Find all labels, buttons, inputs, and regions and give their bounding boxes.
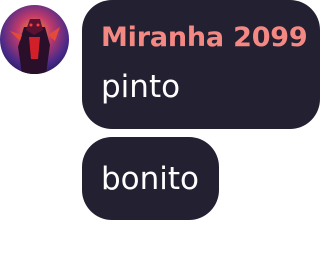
avatar[interactable] (0, 5, 69, 74)
sender-name[interactable]: Miranha 2099 (101, 19, 320, 57)
message-bubble[interactable]: bonito (82, 137, 219, 220)
message-text: bonito (101, 161, 200, 197)
avatar-image (0, 5, 69, 74)
message-bubble[interactable]: Miranha 2099 pinto (82, 0, 320, 129)
message-text: pinto (101, 69, 181, 105)
